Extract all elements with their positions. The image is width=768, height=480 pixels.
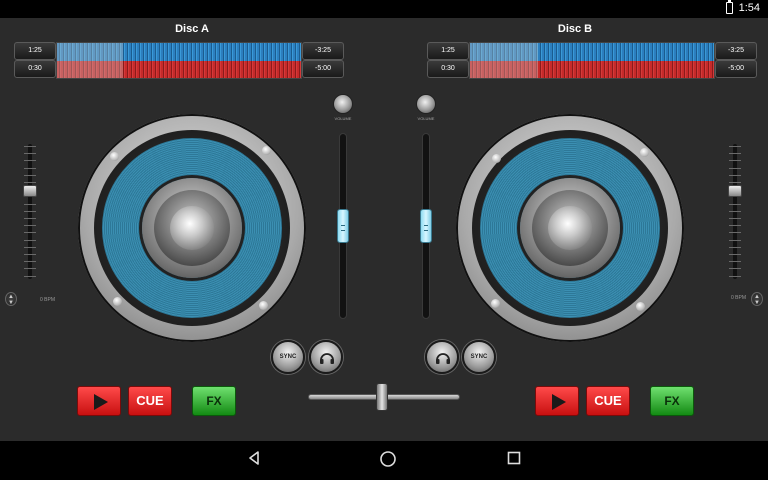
deck-a-play-button[interactable]: [77, 386, 121, 416]
deck-b-volume-label: VOLUME: [417, 116, 435, 121]
navigation-bar: [0, 441, 768, 480]
deck-a-screw: [113, 297, 122, 306]
deck-b-screw: [636, 302, 645, 311]
recents-icon[interactable]: [504, 450, 524, 470]
status-bar: 1:54: [0, 0, 768, 18]
deck-a-played-region: [57, 43, 123, 78]
pitch-tick: [729, 160, 741, 162]
deck-a-bpm-label: 0 BPM: [40, 297, 56, 303]
deck-b-screw: [492, 154, 501, 163]
deck-a-screw: [259, 301, 268, 310]
pitch-tick: [729, 239, 741, 241]
pitch-tick: [729, 210, 741, 212]
deck-b-elapsed: 1:25: [427, 42, 469, 60]
deck-b-fx-button[interactable]: FX: [650, 386, 694, 416]
pitch-tick: [24, 210, 36, 212]
dj-mixer-app: Disc A 1:25 0:30 -3:25 -5:00 Disc B 1:25…: [0, 18, 768, 441]
deck-b-center-cap: [548, 206, 592, 250]
pitch-tick: [729, 225, 741, 227]
pitch-tick: [729, 254, 741, 255]
status-time: 1:54: [738, 2, 760, 14]
pitch-tick: [24, 232, 36, 234]
pitch-tick: [24, 218, 36, 219]
deck-a-cue-time: 0:30: [14, 60, 56, 78]
deck-b-volume-knob[interactable]: [416, 94, 436, 114]
pitch-tick: [24, 160, 36, 162]
deck-b-headphones-button[interactable]: [425, 340, 459, 374]
pitch-tick: [729, 246, 741, 248]
deck-b-screw: [491, 299, 500, 308]
deck-b-pitch-stepper[interactable]: ▲ ▼: [751, 292, 763, 306]
pitch-tick: [24, 167, 36, 169]
pitch-tick: [729, 203, 741, 205]
pitch-tick: [24, 153, 36, 155]
deck-b-waveform[interactable]: [469, 42, 715, 79]
deck-b-screw: [640, 148, 649, 157]
deck-a-headphones-button[interactable]: [309, 340, 343, 374]
headphones-icon: [320, 353, 334, 364]
deck-a-fx-button[interactable]: FX: [192, 386, 236, 416]
deck-b-turntable[interactable]: [456, 114, 684, 342]
deck-a-sync-button[interactable]: SYNC: [271, 340, 305, 374]
deck-a-cue-button[interactable]: CUE: [128, 386, 172, 416]
back-icon[interactable]: [244, 450, 264, 470]
deck-a-elapsed: 1:25: [14, 42, 56, 60]
deck-a-center-cap: [170, 206, 214, 250]
deck-b-volume-fader[interactable]: [420, 209, 432, 243]
deck-a-pitch-stepper[interactable]: ▲ ▼: [5, 292, 17, 306]
pitch-tick: [24, 182, 36, 183]
deck-a-title: Disc A: [175, 23, 209, 35]
deck-a-waveform[interactable]: [56, 42, 302, 79]
pitch-tick: [24, 225, 36, 227]
play-icon: [94, 394, 108, 410]
pitch-tick: [24, 174, 36, 176]
pitch-tick: [729, 182, 741, 183]
pitch-tick: [729, 275, 741, 277]
deck-a-volume-knob[interactable]: [333, 94, 353, 114]
battery-icon: [725, 0, 733, 14]
deck-a-volume-label: VOLUME: [334, 116, 352, 121]
deck-a-volume-fader[interactable]: [337, 209, 349, 243]
pitch-tick: [729, 261, 741, 263]
deck-a-turntable[interactable]: [78, 114, 306, 342]
pitch-tick: [24, 261, 36, 263]
crossfader-handle[interactable]: [376, 383, 389, 411]
pitch-tick: [24, 146, 36, 147]
pitch-tick: [24, 246, 36, 248]
pitch-tick: [729, 153, 741, 155]
deck-b-cue-button[interactable]: CUE: [586, 386, 630, 416]
pitch-tick: [729, 218, 741, 219]
deck-a-screw: [110, 152, 119, 161]
deck-b-sync-button[interactable]: SYNC: [462, 340, 496, 374]
home-icon[interactable]: [378, 450, 398, 470]
pitch-tick: [24, 268, 36, 270]
deck-b-cue-time: 0:30: [427, 60, 469, 78]
pitch-tick: [24, 254, 36, 255]
deck-a-pitch-handle[interactable]: [23, 185, 37, 198]
deck-a-screw: [262, 146, 271, 155]
deck-a-remaining: -3:25: [302, 42, 344, 60]
pitch-tick: [729, 174, 741, 176]
deck-b-pitch-handle[interactable]: [728, 185, 742, 198]
deck-b-played-region: [470, 43, 539, 78]
pitch-tick: [729, 146, 741, 147]
pitch-tick: [729, 268, 741, 270]
headphones-icon: [436, 353, 450, 364]
deck-b-title: Disc B: [557, 23, 593, 35]
deck-a-cue-remaining: -5:00: [302, 60, 344, 78]
deck-b-remaining: -3:25: [715, 42, 757, 60]
deck-b-bpm-label: 0 BPM: [731, 295, 747, 301]
pitch-tick: [729, 167, 741, 169]
pitch-tick: [729, 232, 741, 234]
pitch-tick: [24, 239, 36, 241]
deck-b-cue-remaining: -5:00: [715, 60, 757, 78]
status-right: 1:54: [725, 0, 760, 14]
play-icon: [552, 394, 566, 410]
deck-b-play-button[interactable]: [535, 386, 579, 416]
pitch-tick: [24, 275, 36, 277]
pitch-tick: [24, 203, 36, 205]
